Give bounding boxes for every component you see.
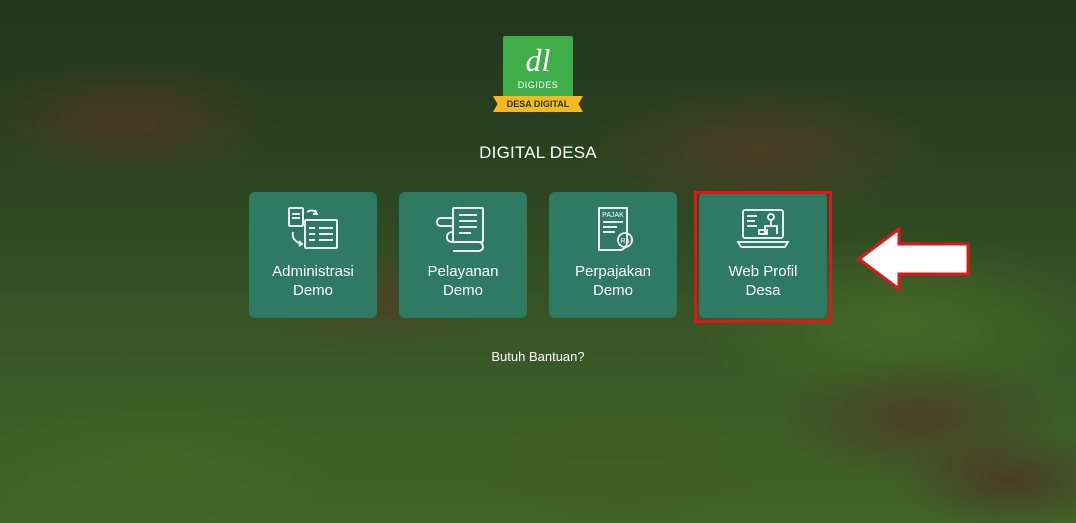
- card-label-line2: Demo: [442, 282, 483, 299]
- card-label-line1: Pelayanan: [427, 263, 499, 280]
- red-highlight-box: [694, 191, 832, 323]
- card-label-line2: Demo: [592, 282, 633, 299]
- administrasi-demo-card[interactable]: Administrasi Demo: [249, 192, 377, 318]
- logo-box: dl DIGIDES: [503, 36, 573, 106]
- left-arrow-icon: [857, 226, 970, 292]
- logo-ribbon: DESA DIGITAL: [493, 96, 583, 112]
- icon-badge: Rp: [621, 238, 630, 245]
- card-label-line2: Demo: [292, 282, 333, 299]
- pelayanan-demo-card[interactable]: Pelayanan Demo: [399, 192, 527, 318]
- perpajakan-demo-card[interactable]: PAJAK Rp Perpajakan Demo: [549, 192, 677, 318]
- icon-text: PAJAK: [602, 212, 624, 219]
- logo-glyph: dl: [525, 42, 551, 78]
- card-label: Perpajakan Demo: [553, 262, 673, 300]
- card-label: Pelayanan Demo: [403, 262, 523, 300]
- card-label: Administrasi Demo: [253, 262, 373, 300]
- page-title: DIGITAL DESA: [479, 143, 597, 162]
- digides-logo: dl DIGIDES DESA DIGITAL: [493, 36, 583, 116]
- scroll-document-icon: [436, 207, 484, 252]
- help-link[interactable]: Butuh Bantuan?: [0, 349, 1076, 364]
- card-label-line1: Administrasi: [272, 263, 354, 280]
- logo-name: DIGIDES: [517, 80, 559, 90]
- tax-receipt-icon: PAJAK Rp: [598, 207, 633, 251]
- documents-transfer-icon: [288, 207, 338, 249]
- card-label-line1: Perpajakan: [575, 263, 651, 280]
